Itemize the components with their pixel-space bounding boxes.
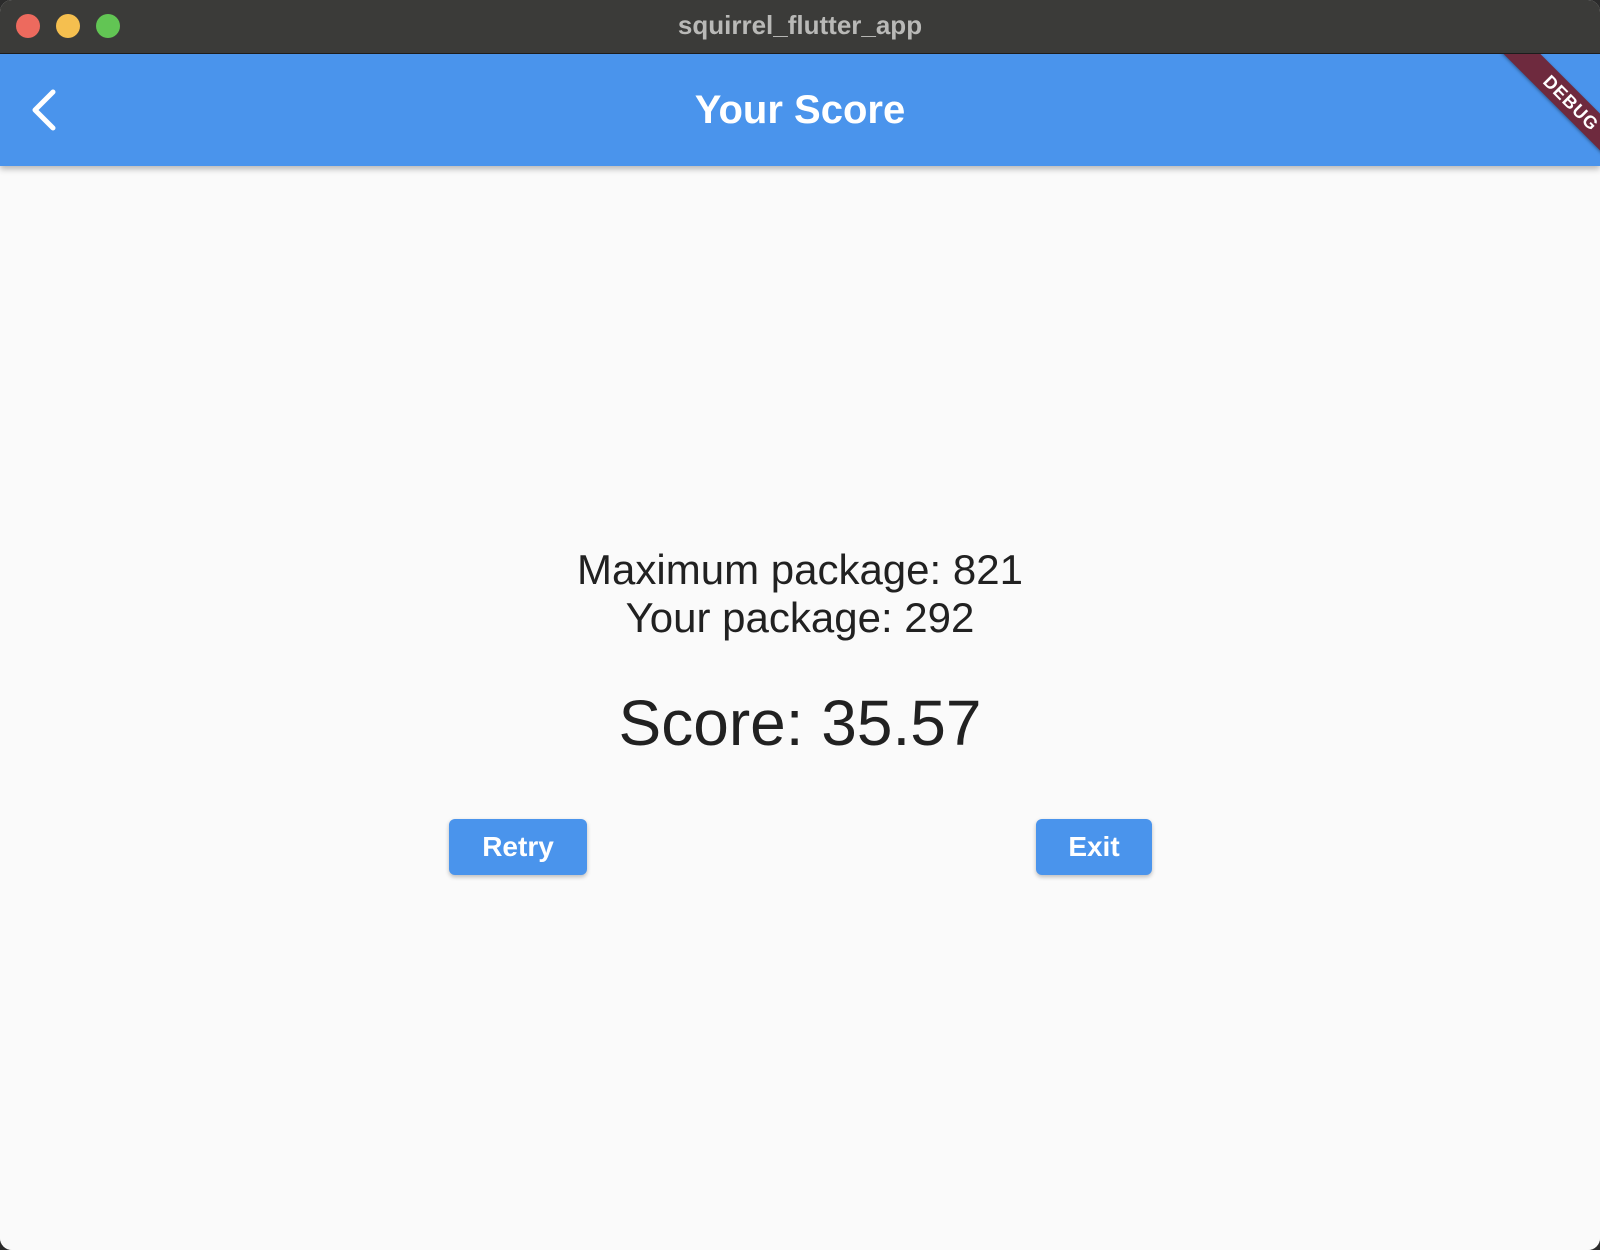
page-title: Your Score	[694, 88, 906, 132]
your-package-text: Your package: 292	[625, 594, 975, 641]
retry-button[interactable]: Retry	[449, 819, 587, 875]
maximum-package-text: Maximum package: 821	[577, 546, 1023, 593]
score-content: Maximum package: 821 Your package: 292 S…	[0, 166, 1600, 1250]
window-title: squirrel_flutter_app	[677, 10, 923, 40]
app-bar: Your Score	[0, 54, 1600, 166]
app-window: squirrel_flutter_app Your Score DEBUG Ma…	[0, 0, 1600, 1250]
score-text: Score: 35.57	[618, 687, 982, 759]
window-titlebar[interactable]: squirrel_flutter_app	[0, 0, 1600, 54]
exit-button[interactable]: Exit	[1036, 819, 1152, 875]
